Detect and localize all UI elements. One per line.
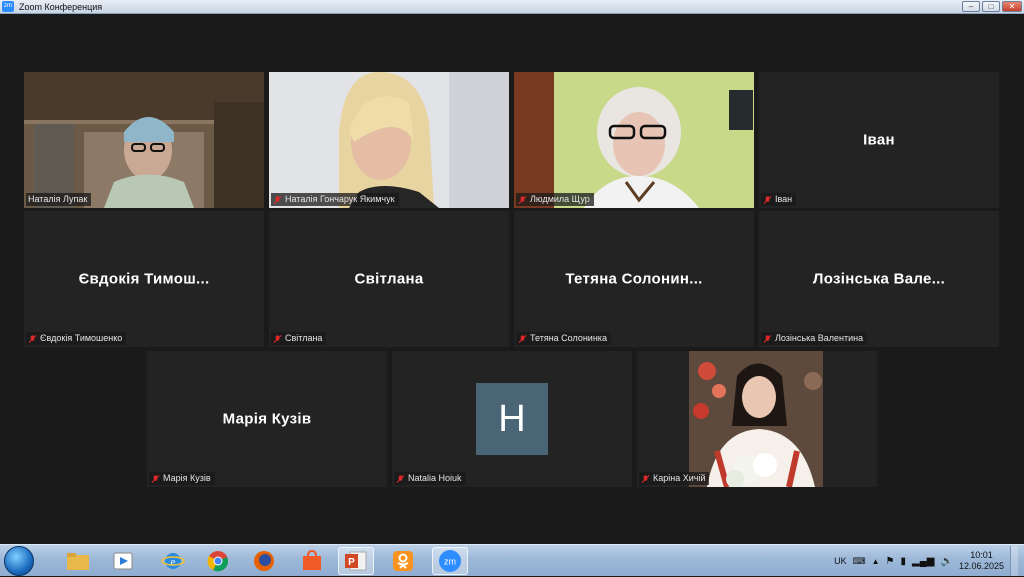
participant-display-name: Марія Кузів [222,410,312,428]
powerpoint-icon[interactable]: P [338,547,374,575]
participant-name-label: Наталія Лупак [26,193,92,206]
muted-mic-icon [273,195,282,204]
zoom-taskbar-icon[interactable]: zm [432,547,468,575]
muted-mic-icon [396,474,405,483]
muted-mic-icon [273,334,282,343]
flag-icon[interactable]: ⚑ [886,556,895,567]
clock-time: 10:01 [970,550,993,560]
zoom-logo-icon: zm [2,1,14,12]
participant-tile[interactable]: Наталія Гончарук Якимчук [269,72,509,208]
participant-display-name: Тетяна Солонин... [565,270,703,288]
system-tray: UK ⌨ ▲ ⚑ ▮ ▂▄▆ 🔈 10:01 12.06.2025 [834,545,1018,577]
internet-explorer-icon[interactable]: e [155,547,191,575]
clock-date: 12.06.2025 [958,561,1004,571]
participant-tile[interactable]: H Natalia Hoiuk [392,351,632,487]
muted-mic-icon [518,334,527,343]
svg-text:P: P [348,557,355,568]
avatar: H [476,383,548,455]
participant-name-label: Каріна Хичій [639,472,710,485]
participant-tile[interactable]: Людмила Щур [514,72,754,208]
start-button[interactable] [4,546,34,576]
participant-name-label: Іван [761,193,797,206]
muted-mic-icon [641,474,650,483]
participant-video [637,351,877,487]
participant-tile[interactable]: Марія Кузів Марія Кузів [147,351,387,487]
store-icon[interactable] [294,547,330,575]
participant-tile[interactable]: Наталія Лупак [24,72,264,208]
keyboard-icon[interactable]: ⌨ [853,556,866,567]
windows-taskbar: e P zm UK ⌨ ▲ ⚑ ▮ ▂▄▆ 🔈 10:01 12.06.2025 [0,544,1024,576]
participant-tile[interactable]: Світлана Світлана [269,211,509,347]
muted-mic-icon [763,334,772,343]
network-icon[interactable]: ▮ [901,556,907,567]
participant-display-name: Іван [863,131,895,149]
show-hidden-icons-icon[interactable]: ▲ [872,557,880,566]
show-desktop-button[interactable] [1010,546,1018,576]
window-title: Zoom Конференция [19,1,103,12]
participant-name-label: Лозінська Валентина [761,332,868,345]
participant-video [24,72,264,208]
minimize-button[interactable]: – [962,1,980,12]
maximize-button[interactable]: □ [982,1,1000,12]
participant-name-label: Людмила Щур [516,193,594,206]
signal-icon[interactable]: ▂▄▆ [912,556,934,567]
muted-mic-icon [518,195,527,204]
participant-video [514,72,754,208]
participant-display-name: Світлана [354,270,424,288]
participant-tile[interactable]: Іван Іван [759,72,999,208]
participant-display-name: Лозінська Вале... [812,270,946,288]
media-player-icon[interactable] [105,547,141,575]
participant-tile[interactable]: Каріна Хичій [637,351,877,487]
language-indicator[interactable]: UK [834,556,847,566]
participant-tile[interactable]: Лозінська Вале... Лозінська Валентина [759,211,999,347]
participant-video [269,72,509,208]
participant-name-label: Natalia Hoiuk [394,472,466,485]
participant-name-label: Тетяна Солонинка [516,332,611,345]
svg-text:e: e [171,556,176,568]
participant-tile[interactable]: Тетяна Солонин... Тетяна Солонинка [514,211,754,347]
chrome-icon[interactable] [200,547,236,575]
odnoklassniki-icon[interactable] [385,547,421,575]
close-button[interactable]: ✕ [1002,1,1022,12]
clock[interactable]: 10:01 12.06.2025 [959,550,1004,572]
participant-tile[interactable]: Євдокія Тимош... Євдокія Тимошенко [24,211,264,347]
gallery-view: Наталія Лупак Наталія Гончарук Якимчук Л… [0,15,1024,544]
participant-name-label: Євдокія Тимошенко [26,332,127,345]
muted-mic-icon [151,474,160,483]
participant-display-name: Євдокія Тимош... [78,270,210,288]
window-titlebar: zm Zoom Конференция – □ ✕ [0,0,1024,14]
participant-name-label: Наталія Гончарук Якимчук [271,193,399,206]
muted-mic-icon [28,334,37,343]
file-explorer-icon[interactable] [60,547,96,575]
volume-icon[interactable]: 🔈 [941,556,953,567]
firefox-icon[interactable] [246,547,282,575]
participant-name-label: Марія Кузів [149,472,215,485]
svg-text:zm: zm [444,557,456,567]
muted-mic-icon [763,195,772,204]
participant-name-label: Світлана [271,332,327,345]
